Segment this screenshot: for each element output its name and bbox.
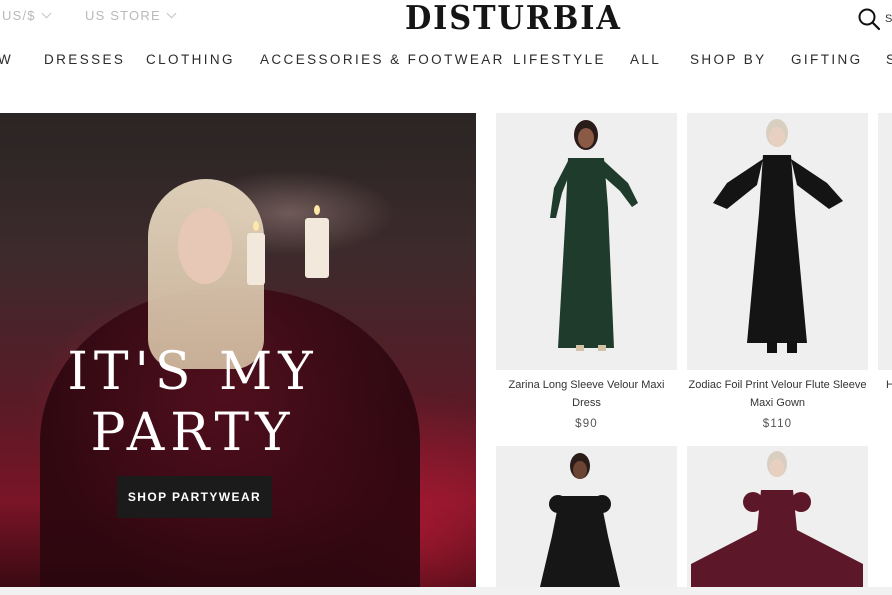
store-label: US STORE — [85, 8, 161, 23]
currency-selector[interactable]: US/$ — [2, 8, 52, 23]
nav-item-gifting[interactable]: GIFTING — [791, 52, 863, 67]
product-name-line: Maxi Gown — [749, 397, 806, 409]
nav-item-all[interactable]: ALL — [630, 52, 661, 67]
nav-item-accessories-footwear[interactable]: ACCESSORIES & FOOTWEAR — [260, 52, 505, 67]
search-icon — [858, 8, 881, 31]
product-photo — [691, 451, 863, 587]
main-navigation: W DRESSES CLOTHING ACCESSORIES & FOOTWEA… — [0, 48, 892, 70]
store-selector[interactable]: US STORE — [85, 8, 177, 23]
product-name[interactable]: Zarina Long Sleeve Velour Maxi Dress — [496, 376, 677, 412]
brand-logo[interactable]: DISTURBIA — [405, 0, 622, 37]
search-button[interactable]: S — [857, 7, 892, 31]
product-image-zodiac[interactable] — [687, 113, 868, 370]
nav-item-shop-by[interactable]: SHOP BY — [690, 52, 767, 67]
product-name-partial[interactable]: H — [886, 376, 892, 394]
candle-flame — [253, 221, 259, 231]
product-name-line: Dress — [572, 397, 601, 409]
product-image-row2-b[interactable] — [687, 446, 868, 587]
chevron-down-icon — [41, 8, 52, 19]
chevron-down-icon — [166, 8, 177, 19]
page-bottom-divider — [0, 587, 892, 595]
product-price: $90 — [575, 418, 598, 430]
hero-banner[interactable]: IT'S MY PARTY SHOP PARTYWEAR — [0, 113, 476, 587]
product-photo — [713, 119, 843, 353]
nav-item-lifestyle[interactable]: LIFESTYLE — [513, 52, 606, 67]
product-name-line: Zodiac Foil Print Velour Flute Sleeve — [688, 379, 867, 391]
nav-item-dresses[interactable]: DRESSES — [44, 52, 125, 67]
product-price: $110 — [762, 418, 793, 430]
hero-title-line-1: IT'S MY — [67, 342, 319, 402]
shop-partywear-button[interactable]: SHOP PARTYWEAR — [117, 476, 272, 518]
top-bar: US/$ US STORE DISTURBIA S — [0, 0, 892, 37]
candle-flame — [314, 205, 320, 215]
hero-model-face — [178, 208, 232, 284]
product-photo — [550, 120, 638, 351]
product-image-zarina[interactable] — [496, 113, 677, 370]
product-image-partial[interactable] — [878, 113, 892, 370]
candle-right — [305, 218, 329, 278]
candle-left — [247, 233, 265, 285]
nav-item-sale[interactable]: S — [886, 52, 892, 67]
nav-item-clothing[interactable]: CLOTHING — [146, 52, 235, 67]
product-image-row2-a[interactable] — [496, 446, 677, 587]
search-label: S — [885, 13, 892, 25]
nav-item-new[interactable]: W — [0, 52, 13, 67]
hero-title-line-2: PARTY — [90, 403, 296, 463]
product-name[interactable]: Zodiac Foil Print Velour Flute Sleeve Ma… — [687, 376, 868, 412]
product-name-line: Zarina Long Sleeve Velour Maxi — [508, 379, 665, 391]
currency-label: US/$ — [2, 8, 36, 23]
product-photo — [540, 453, 620, 587]
